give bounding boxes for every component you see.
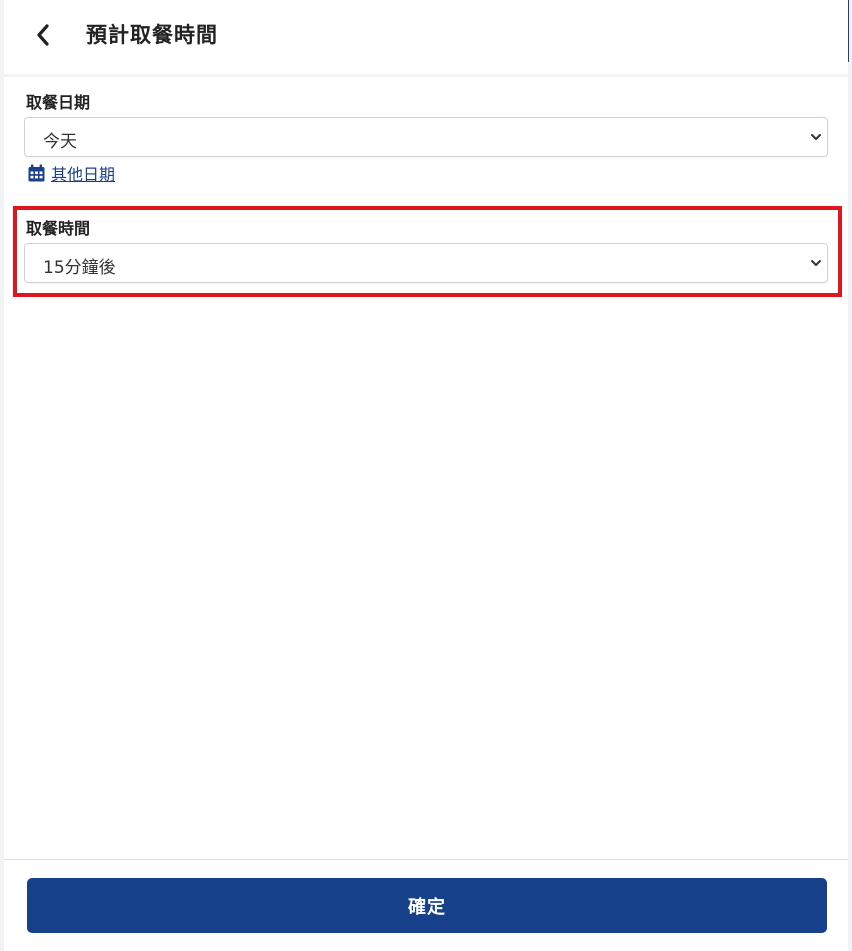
pickup-time-label: 取餐時間 bbox=[26, 219, 91, 238]
pickup-time-value: 15分鐘後 bbox=[43, 258, 116, 278]
pickup-time-select[interactable]: 15分鐘後 bbox=[24, 243, 828, 283]
confirm-button[interactable]: 確定 bbox=[27, 878, 827, 933]
back-button[interactable] bbox=[26, 18, 60, 52]
pickup-date-select[interactable]: 今天 bbox=[24, 117, 828, 157]
right-scrollbar-track bbox=[848, 0, 852, 951]
chevron-left-icon bbox=[37, 24, 49, 46]
pickup-date-label: 取餐日期 bbox=[26, 93, 91, 112]
other-date-label: 其他日期 bbox=[51, 165, 116, 184]
header: 預計取餐時間 bbox=[4, 0, 848, 77]
pickup-time-screen: 預計取餐時間 取餐日期 今天 其他日期 取餐時間 15分鐘後 確定 bbox=[0, 0, 852, 951]
chevron-down-icon bbox=[811, 260, 821, 266]
calendar-icon bbox=[28, 164, 45, 182]
left-edge bbox=[0, 0, 4, 951]
other-date-link[interactable]: 其他日期 bbox=[28, 161, 115, 185]
footer: 確定 bbox=[4, 859, 848, 951]
page-title: 預計取餐時間 bbox=[86, 23, 218, 47]
pickup-date-value: 今天 bbox=[43, 132, 77, 152]
chevron-down-icon bbox=[811, 134, 821, 140]
